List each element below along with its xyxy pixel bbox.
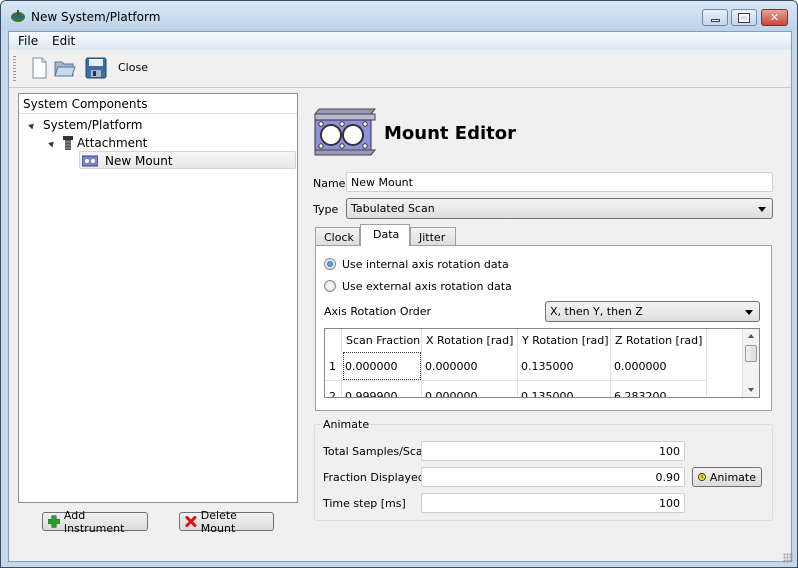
table-vertical-scrollbar[interactable] [742,329,759,397]
menu-bar: File Edit [9,32,791,50]
external-data-label[interactable]: Use external axis rotation data [342,280,512,293]
column-header[interactable]: Scan Fraction [342,329,422,351]
tree-header: System Components [19,94,297,114]
window-title: New System/Platform [31,10,161,24]
mount-editor-title: Mount Editor [384,123,516,144]
table-cell[interactable]: 0.000000 [422,381,518,397]
tab-data[interactable]: Data [360,224,410,246]
row-header[interactable]: 2 [325,381,342,397]
tree-item-attachment[interactable]: Attachment [48,136,148,150]
total-samples-field[interactable]: 100 [421,441,685,461]
fraction-displayed-field[interactable]: 0.90 [421,467,685,487]
scroll-thumb[interactable] [745,345,757,362]
mount-editor-icon [313,108,377,156]
column-header[interactable]: Z Rotation [rad] [611,329,707,351]
expand-triangle-icon[interactable] [48,139,56,147]
maximize-icon [732,10,756,25]
row-header-corner [325,329,342,351]
close-icon: ✕ [769,11,780,24]
minimize-button[interactable] [702,9,728,26]
minimize-icon [703,10,727,25]
tree-item-label: New Mount [105,154,173,168]
table-cell[interactable]: 0.135000 [518,381,611,397]
chevron-down-icon [758,207,766,212]
column-header[interactable]: Y Rotation [rad] [518,329,611,351]
close-toolbar-button[interactable]: Close [118,61,148,74]
animate-button-label: Animate [709,470,756,484]
toolbar: Close [9,50,791,88]
close-window-button[interactable]: ✕ [761,9,788,26]
internal-data-radio[interactable] [324,258,336,270]
axis-order-value: X, then Y, then Z [550,305,643,318]
app-globe-icon [11,10,25,22]
scroll-up-icon[interactable] [748,334,754,338]
open-folder-icon[interactable] [53,56,77,80]
table-cell[interactable]: 0.999900 [342,381,422,397]
rotation-data-table[interactable]: Scan Fraction X Rotation [rad] Y Rotatio… [324,328,760,398]
delete-mount-button[interactable]: Delete Mount [179,509,274,535]
delete-mount-label: Delete Mount [200,508,237,535]
type-label: Type [313,203,339,216]
table-cell[interactable]: 0.000000 [422,351,518,381]
time-step-label: Time step [ms] [323,497,406,510]
system-components-tree[interactable]: System Components System/Platform Attach… [18,93,298,503]
tree-item-label: Attachment [77,136,148,150]
add-instrument-label: Add Instrument [63,508,125,535]
scroll-down-icon[interactable] [748,388,754,392]
animate-group-title: Animate [321,418,372,431]
table-cell[interactable]: 0.135000 [518,351,611,381]
tree-item-system-platform[interactable]: System/Platform [28,118,143,132]
screw-icon [63,136,73,150]
toolbar-grip[interactable] [13,56,16,82]
resize-grip[interactable] [783,553,793,563]
mount-icon [82,155,98,167]
time-step-field[interactable]: 100 [421,493,685,513]
add-instrument-button[interactable]: Add Instrument [42,509,148,535]
external-data-radio[interactable] [324,280,336,292]
name-label: Name [313,177,346,190]
tab-jitter[interactable]: Jitter [410,227,456,246]
axis-order-label: Axis Rotation Order [324,305,432,318]
type-select[interactable]: Tabulated Scan [346,198,773,219]
menu-file[interactable]: File [18,34,38,48]
name-field[interactable]: New Mount [346,172,773,192]
total-samples-label: Total Samples/Scan [323,445,430,458]
table-cell[interactable]: 6.283200 [611,381,707,397]
fraction-displayed-label: Fraction Displayed [323,471,425,484]
delete-x-icon [185,515,197,528]
animate-button[interactable]: Animate [692,467,762,487]
tab-clock[interactable]: Clock [315,227,360,246]
maximize-button[interactable] [731,9,757,26]
table-cell[interactable]: 0.000000 [611,351,707,381]
internal-data-label[interactable]: Use internal axis rotation data [342,258,509,271]
column-header[interactable]: X Rotation [rad] [422,329,518,351]
type-select-value: Tabulated Scan [351,202,435,215]
chevron-down-icon [745,310,753,315]
expand-triangle-icon[interactable] [28,121,36,129]
clock-icon [698,473,706,481]
new-document-icon[interactable] [27,56,51,80]
plus-icon [48,515,60,528]
app-window: New System/Platform ✕ File Edit Close Sy… [0,0,798,568]
menu-edit[interactable]: Edit [52,34,75,48]
save-disk-icon[interactable] [84,56,108,80]
tree-item-new-mount[interactable]: New Mount [82,154,173,168]
axis-order-select[interactable]: X, then Y, then Z [545,301,760,322]
table-cell[interactable]: 0.000000 [342,351,422,381]
row-header[interactable]: 1 [325,351,342,381]
tree-item-label: System/Platform [43,118,143,132]
title-bar[interactable]: New System/Platform ✕ [1,1,797,31]
